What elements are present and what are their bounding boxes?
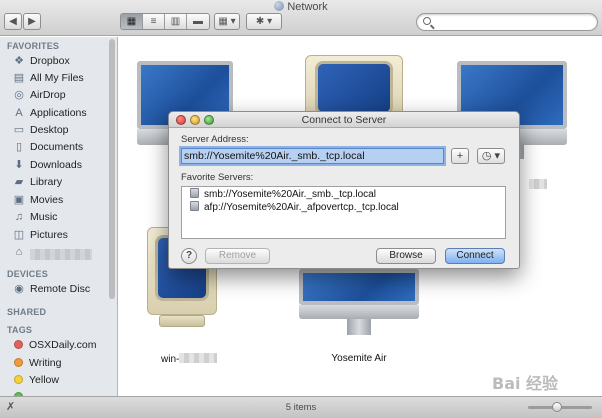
- documents-icon: ▯: [15, 141, 23, 153]
- sidebar-item-library[interactable]: ▰ Library: [12, 174, 110, 191]
- sidebar-item-music[interactable]: ♫ Music: [12, 209, 110, 226]
- airdrop-icon: ◎: [14, 89, 24, 101]
- music-icon: ♫: [14, 211, 24, 223]
- forward-button[interactable]: ▶: [23, 13, 41, 30]
- window-titlebar: Network ◀ ▶ ▦ ≡ ▥ ▬ ▦ ▾ ✱ ▾: [0, 0, 602, 36]
- back-button[interactable]: ◀: [4, 13, 22, 30]
- status-bar: ✗ 5 items: [0, 396, 602, 418]
- recent-servers-button[interactable]: ◷ ▾: [477, 148, 505, 164]
- remote-disc-icon: ◉: [14, 283, 24, 295]
- server-icon: [190, 188, 199, 198]
- tag-color-dot: [14, 358, 23, 367]
- server-address-input[interactable]: [182, 149, 443, 163]
- sidebar-tag-green[interactable]: [12, 389, 110, 396]
- connect-to-server-dialog: Connect to Server Server Address: + ◷ ▾ …: [168, 111, 520, 269]
- dropbox-icon: ❖: [14, 55, 24, 67]
- redacted-label: [30, 249, 92, 260]
- dialog-titlebar: Connect to Server: [169, 112, 519, 128]
- computer-label: win-: [161, 353, 218, 365]
- downloads-icon: ⬇: [14, 159, 24, 171]
- sidebar-header-tags: TAGS: [7, 325, 33, 335]
- dialog-title: Connect to Server: [301, 114, 387, 126]
- computer-label-redacted: [529, 179, 547, 191]
- sidebar-item-downloads[interactable]: ⬇ Downloads: [12, 157, 110, 174]
- all-files-icon: ▤: [13, 72, 25, 84]
- server-icon: [190, 201, 199, 211]
- sidebar-tag-yellow[interactable]: Yellow: [12, 372, 110, 389]
- server-address-label: Server Address:: [181, 134, 249, 145]
- sidebar-item-applications[interactable]: A Applications: [12, 105, 110, 122]
- search-field[interactable]: [416, 13, 598, 31]
- imac-chin: [299, 305, 419, 319]
- gear-icon: ✱ ▾: [255, 16, 273, 27]
- sidebar-item-documents[interactable]: ▯ Documents: [12, 139, 110, 156]
- sidebar-header-devices: DEVICES: [7, 269, 48, 279]
- sidebar-item-movies[interactable]: ▣ Movies: [12, 192, 110, 209]
- icon-size-slider[interactable]: [528, 402, 592, 412]
- sidebar-item-dropbox[interactable]: ❖ Dropbox: [12, 53, 110, 70]
- home-icon: ⌂: [15, 246, 23, 258]
- crt-base: [159, 315, 205, 327]
- network-globe-icon: [274, 1, 285, 11]
- search-input[interactable]: [435, 16, 593, 28]
- sidebar-item-desktop[interactable]: ▭ Desktop: [12, 122, 110, 139]
- remove-button[interactable]: Remove: [205, 248, 270, 264]
- clock-icon: ◷ ▾: [481, 150, 501, 162]
- server-address-field[interactable]: [181, 148, 444, 164]
- item-count: 5 items: [285, 402, 317, 413]
- tag-color-dot: [14, 375, 23, 384]
- watermark-logo: Bai 经验: [492, 374, 559, 393]
- column-view-button[interactable]: ▥: [165, 14, 187, 29]
- list-item[interactable]: afp://Yosemite%20Air._afpovertcp._tcp.lo…: [182, 201, 505, 214]
- search-icon: [423, 17, 431, 25]
- desktop-icon: ▭: [13, 124, 25, 136]
- sidebar-item-remote-disc[interactable]: ◉ Remote Disc: [12, 281, 110, 298]
- sidebar-item-airdrop[interactable]: ◎ AirDrop: [12, 87, 110, 104]
- favorite-servers-list[interactable]: smb://Yosemite%20Air._smb._tcp.local afp…: [181, 186, 506, 239]
- sidebar-tag-writing[interactable]: Writing: [12, 355, 110, 372]
- sidebar-item-pictures[interactable]: ◫ Pictures: [12, 227, 110, 244]
- folder-icon: ▰: [14, 176, 24, 188]
- imac-stand: [347, 319, 371, 335]
- action-gear-button[interactable]: ✱ ▾: [246, 13, 282, 30]
- list-view-button[interactable]: ≡: [143, 14, 165, 29]
- coverflow-view-button[interactable]: ▬: [187, 14, 209, 29]
- sidebar-item-all-my-files[interactable]: ▤ All My Files: [12, 70, 110, 87]
- tag-color-dot: [14, 340, 23, 349]
- connect-button[interactable]: Connect: [445, 248, 505, 264]
- browse-button[interactable]: Browse: [376, 248, 436, 264]
- crt-screen-icon: [315, 61, 393, 115]
- view-mode-selector: ▦ ≡ ▥ ▬: [120, 13, 210, 30]
- sidebar-header-shared: SHARED: [7, 307, 47, 317]
- imac-screen-icon: [299, 269, 419, 305]
- sidebar-header-favorites: FAVORITES: [7, 41, 60, 51]
- favorite-servers-label: Favorite Servers:: [181, 172, 254, 183]
- help-button[interactable]: ?: [181, 248, 197, 264]
- computer-label: Yosemite Air: [331, 353, 387, 364]
- icon-view-button[interactable]: ▦: [121, 14, 143, 29]
- list-item[interactable]: smb://Yosemite%20Air._smb._tcp.local: [182, 188, 505, 201]
- pictures-icon: ◫: [13, 229, 25, 241]
- applications-icon: A: [15, 107, 23, 119]
- sidebar-tag-osxdaily[interactable]: OSXDaily.com: [12, 337, 110, 354]
- movies-icon: ▣: [13, 194, 25, 206]
- network-computer-yosemite-air[interactable]: [299, 269, 419, 355]
- sidebar: FAVORITES ❖ Dropbox ▤ All My Files ◎ AirDro…: [0, 37, 118, 396]
- add-favorite-button[interactable]: +: [451, 148, 469, 164]
- arrange-button[interactable]: ▦ ▾: [214, 13, 240, 30]
- window-title: Network: [0, 1, 602, 13]
